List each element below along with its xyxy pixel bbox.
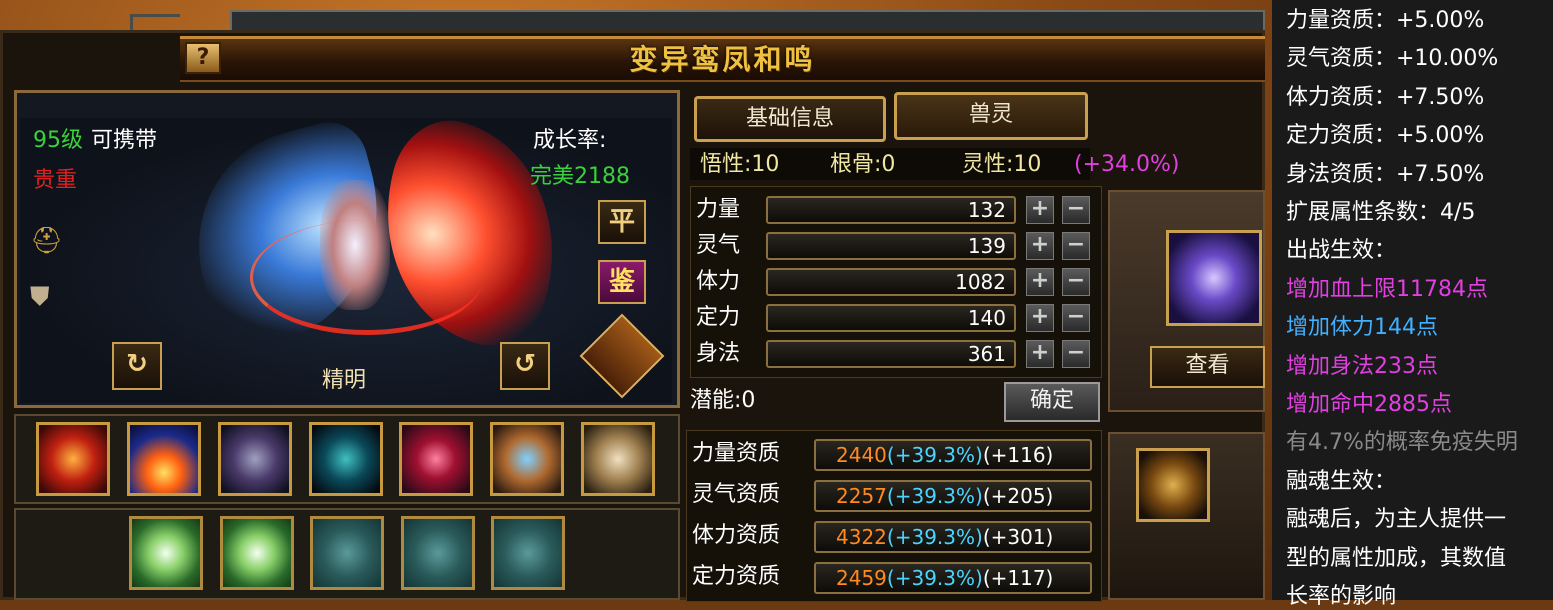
stat-label: 体力 (696, 269, 741, 294)
tooltip-note: 有4.7%的概率免疫失明 (1286, 430, 1518, 455)
aptitude-label: 力量资质 (692, 441, 781, 466)
skill-slot[interactable] (399, 422, 473, 496)
help-button[interactable]: ? (185, 42, 221, 74)
butterfly-spirit-slot[interactable] (1166, 230, 1262, 326)
tooltip-fusion-title: 融魂生效： (1286, 469, 1397, 494)
stat-label: 身法 (696, 341, 741, 366)
view-button[interactable]: 查看 (1150, 346, 1265, 388)
stat-plus-button[interactable]: + (1026, 340, 1054, 368)
tooltip-line: 出战生效： (1286, 238, 1397, 263)
skill-slot[interactable] (309, 422, 383, 496)
tooltip-fusion-line: 型的属性加成，其数值 (1286, 546, 1507, 571)
tab-basic-info[interactable]: 基础信息 (694, 96, 886, 142)
tooltip-line: 扩展属性条数：4/5 (1286, 200, 1476, 225)
tooltip-line: 灵气资质：+10.00% (1286, 46, 1499, 71)
tooltip-effect: 增加命中2885点 (1286, 392, 1452, 417)
stat-bar: 139 (766, 232, 1016, 260)
stat-plus-button[interactable]: + (1026, 196, 1054, 224)
rune-slot[interactable] (129, 516, 203, 590)
normalize-button[interactable]: 平 (598, 200, 646, 244)
stat-bar: 132 (766, 196, 1016, 224)
stat-bar: 361 (766, 340, 1016, 368)
rune-slot-empty[interactable] (401, 516, 475, 590)
pet-personality: 精明 (322, 368, 367, 393)
tooltip-effect: 增加体力144点 (1286, 315, 1438, 340)
stat-plus-button[interactable]: + (1026, 268, 1054, 296)
pet-carry-label: 可携带 (91, 128, 158, 153)
confirm-button[interactable]: 确定 (1004, 382, 1100, 422)
skill-slot[interactable] (36, 422, 110, 496)
tooltip-line: 身法资质：+7.50% (1286, 162, 1485, 187)
stat-minus-button[interactable]: − (1062, 232, 1090, 260)
pet-level: 95级 (33, 128, 83, 153)
stat-plus-button[interactable]: + (1026, 232, 1054, 260)
rune-slot-empty[interactable] (310, 516, 384, 590)
stat-bar: 1082 (766, 268, 1016, 296)
stat-minus-button[interactable]: − (1062, 196, 1090, 224)
tab-beast-spirit[interactable]: 兽灵 (894, 92, 1088, 140)
top-frame-decoration (230, 10, 1265, 32)
skill-slot[interactable] (490, 422, 564, 496)
rotate-left-button[interactable]: ↻ (112, 342, 162, 390)
lingxing-value: 灵性:10 (962, 152, 1042, 177)
aptitude-bar: 4322(+39.3%)(+301) (814, 521, 1092, 553)
dragon-spirit-slot[interactable] (1136, 448, 1210, 522)
pet-flame-arc (250, 220, 483, 335)
stat-plus-button[interactable]: + (1026, 304, 1054, 332)
aptitude-label: 灵气资质 (692, 482, 781, 507)
stat-minus-button[interactable]: − (1062, 268, 1090, 296)
aptitude-bar: 2440(+39.3%)(+116) (814, 439, 1092, 471)
tooltip-fusion-line: 长率的影响 (1286, 584, 1397, 609)
stat-label: 力量 (696, 197, 741, 222)
stat-minus-button[interactable]: − (1062, 340, 1090, 368)
potential-points: 潜能:0 (690, 388, 756, 413)
tooltip-effect: 增加血上限11784点 (1286, 277, 1488, 302)
aptitude-label: 体力资质 (692, 523, 781, 548)
aptitude-label: 定力资质 (692, 564, 781, 589)
tooltip-effect: 增加身法233点 (1286, 354, 1438, 379)
growth-rate-label: 成长率: (533, 128, 607, 153)
growth-rate-value: 完美2188 (530, 164, 630, 189)
lingxing-bonus: (+34.0%) (1074, 152, 1180, 177)
stat-label: 灵气 (696, 233, 741, 258)
hat-icon[interactable]: ⛑ (30, 226, 63, 256)
aptitude-bar: 2459(+39.3%)(+117) (814, 562, 1092, 594)
rotate-right-button[interactable]: ↺ (500, 342, 550, 390)
appraise-button[interactable]: 鉴 (598, 260, 646, 304)
rune-slot[interactable] (220, 516, 294, 590)
tooltip-fusion-line: 融魂后，为主人提供一 (1286, 507, 1507, 532)
window-title: 变异鸾凤和鸣 (629, 43, 816, 76)
stat-minus-button[interactable]: − (1062, 304, 1090, 332)
aptitude-bar: 2257(+39.3%)(+205) (814, 480, 1092, 512)
armor-icon[interactable]: ⛊ (30, 282, 60, 312)
stat-label: 定力 (696, 305, 741, 330)
skill-slot[interactable] (127, 422, 201, 496)
rune-slot-empty[interactable] (491, 516, 565, 590)
tooltip-line: 定力资质：+5.00% (1286, 123, 1485, 148)
gengu-value: 根骨:0 (830, 152, 896, 177)
tooltip-line: 体力资质：+7.50% (1286, 85, 1485, 110)
skill-slot[interactable] (581, 422, 655, 496)
wuxing-value: 悟性:10 (700, 152, 780, 177)
pet-rarity: 贵重 (33, 168, 78, 193)
stat-bar: 140 (766, 304, 1016, 332)
skill-slot[interactable] (218, 422, 292, 496)
tooltip-line: 力量资质：+5.00% (1286, 8, 1485, 33)
